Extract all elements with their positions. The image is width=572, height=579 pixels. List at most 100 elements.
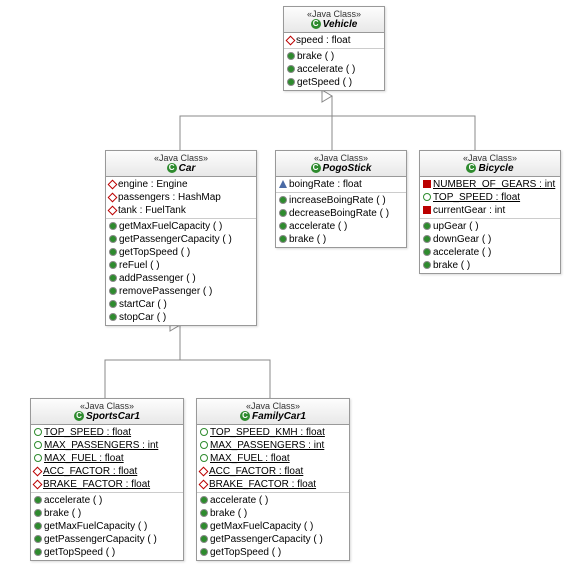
- member-text: getTopSpeed ( ): [119, 247, 190, 258]
- attrs: engine : Enginepassengers : HashMaptank …: [106, 177, 256, 219]
- member-text: accelerate ( ): [289, 221, 347, 232]
- class-name-text: SportsCar1: [86, 411, 140, 422]
- member-row: downGear ( ): [423, 233, 557, 246]
- member-text: reFuel ( ): [119, 260, 160, 271]
- stereotype: «Java Class»: [426, 153, 554, 163]
- member-row: getPassengerCapacity ( ): [34, 533, 180, 546]
- visibility-icon: [423, 193, 431, 201]
- member-row: TOP_SPEED : float: [34, 426, 180, 439]
- member-text: accelerate ( ): [297, 64, 355, 75]
- class-sportscar1: «Java Class» CSportsCar1 TOP_SPEED : flo…: [30, 398, 184, 561]
- stereotype: «Java Class»: [37, 401, 177, 411]
- visibility-icon: [34, 428, 42, 436]
- class-name: CBicycle: [426, 163, 554, 174]
- visibility-icon: [34, 454, 42, 462]
- ops: increaseBoingRate ( )decreaseBoingRate (…: [276, 193, 406, 247]
- class-car: «Java Class» CCar engine : Enginepasseng…: [105, 150, 257, 326]
- member-row: accelerate ( ): [34, 494, 180, 507]
- attrs: NUMBER_OF_GEARS : intTOP_SPEED : floatcu…: [420, 177, 560, 219]
- member-row: TOP_SPEED : float: [423, 191, 557, 204]
- member-row: currentGear : int: [423, 204, 557, 217]
- member-text: currentGear : int: [433, 205, 505, 216]
- member-text: MAX_FUEL : float: [44, 453, 124, 464]
- member-text: accelerate ( ): [44, 495, 102, 506]
- member-row: accelerate ( ): [423, 246, 557, 259]
- member-text: ACC_FACTOR : float: [43, 466, 137, 477]
- visibility-icon: [109, 313, 117, 321]
- attrs: boingRate : float: [276, 177, 406, 193]
- member-text: getPassengerCapacity ( ): [119, 234, 232, 245]
- visibility-icon: [109, 274, 117, 282]
- member-row: removePassenger ( ): [109, 285, 253, 298]
- class-name-text: Vehicle: [323, 19, 358, 30]
- member-text: stopCar ( ): [119, 312, 166, 323]
- member-text: brake ( ): [44, 508, 81, 519]
- member-row: getMaxFuelCapacity ( ): [109, 220, 253, 233]
- member-text: startCar ( ): [119, 299, 167, 310]
- member-text: brake ( ): [210, 508, 247, 519]
- visibility-icon: [34, 548, 42, 556]
- member-text: getTopSpeed ( ): [210, 547, 281, 558]
- visibility-icon: [286, 35, 296, 45]
- visibility-icon: [287, 78, 295, 86]
- member-row: ACC_FACTOR : float: [200, 465, 346, 478]
- visibility-icon: [109, 222, 117, 230]
- attrs: TOP_SPEED : floatMAX_PASSENGERS : intMAX…: [31, 425, 183, 493]
- class-name-text: Car: [179, 163, 196, 174]
- visibility-icon: [279, 235, 287, 243]
- class-name-text: FamilyCar1: [252, 411, 306, 422]
- stereotype: «Java Class»: [112, 153, 250, 163]
- visibility-icon: [34, 496, 42, 504]
- member-row: addPassenger ( ): [109, 272, 253, 285]
- ops: accelerate ( )brake ( )getMaxFuelCapacit…: [197, 493, 349, 560]
- class-header: «Java Class» CPogoStick: [276, 151, 406, 177]
- visibility-icon: [200, 454, 208, 462]
- member-row: brake ( ): [200, 507, 346, 520]
- visibility-icon: [34, 441, 42, 449]
- member-row: MAX_PASSENGERS : int: [34, 439, 180, 452]
- member-text: tank : FuelTank: [118, 205, 186, 216]
- member-row: reFuel ( ): [109, 259, 253, 272]
- member-text: getPassengerCapacity ( ): [44, 534, 157, 545]
- visibility-icon: [423, 248, 431, 256]
- visibility-icon: [423, 180, 431, 188]
- visibility-icon: [200, 509, 208, 517]
- class-bicycle: «Java Class» CBicycle NUMBER_OF_GEARS : …: [419, 150, 561, 274]
- member-row: getTopSpeed ( ): [200, 546, 346, 559]
- visibility-icon: [109, 261, 117, 269]
- member-text: brake ( ): [289, 234, 326, 245]
- class-header: «Java Class» CFamilyCar1: [197, 399, 349, 425]
- member-text: boingRate : float: [289, 179, 362, 190]
- member-text: getMaxFuelCapacity ( ): [44, 521, 147, 532]
- member-row: startCar ( ): [109, 298, 253, 311]
- visibility-icon: [279, 180, 287, 188]
- member-text: getSpeed ( ): [297, 77, 352, 88]
- class-name: CSportsCar1: [37, 411, 177, 422]
- member-row: accelerate ( ): [287, 63, 381, 76]
- member-text: NUMBER_OF_GEARS : int: [433, 179, 555, 190]
- class-pogostick: «Java Class» CPogoStick boingRate : floa…: [275, 150, 407, 248]
- visibility-icon: [200, 428, 208, 436]
- class-header: «Java Class» CVehicle: [284, 7, 384, 33]
- member-text: accelerate ( ): [210, 495, 268, 506]
- ops: accelerate ( ) brake ( ) getMaxFuelCapacit…: [31, 493, 183, 560]
- stereotype: «Java Class»: [203, 401, 343, 411]
- member-row: NUMBER_OF_GEARS : int: [423, 178, 557, 191]
- member-row: getSpeed ( ): [287, 76, 381, 89]
- member-row: brake ( ): [34, 507, 180, 520]
- visibility-icon: [287, 65, 295, 73]
- member-text: passengers : HashMap: [118, 192, 221, 203]
- visibility-icon: [200, 441, 208, 449]
- class-icon: C: [74, 411, 84, 421]
- member-text: getPassengerCapacity ( ): [210, 534, 323, 545]
- member-text: getTopSpeed ( ): [44, 547, 115, 558]
- visibility-icon: [423, 206, 431, 214]
- member-row: getTopSpeed ( ): [34, 546, 180, 559]
- member-text: BRAKE_FACTOR : float: [209, 479, 316, 490]
- member-text: BRAKE_FACTOR : float: [43, 479, 150, 490]
- member-row: BRAKE_FACTOR : float: [34, 478, 180, 491]
- member-row: MAX_PASSENGERS : int: [200, 439, 346, 452]
- member-row: TOP_SPEED_KMH : float: [200, 426, 346, 439]
- visibility-icon: [108, 179, 118, 189]
- member-text: removePassenger ( ): [119, 286, 212, 297]
